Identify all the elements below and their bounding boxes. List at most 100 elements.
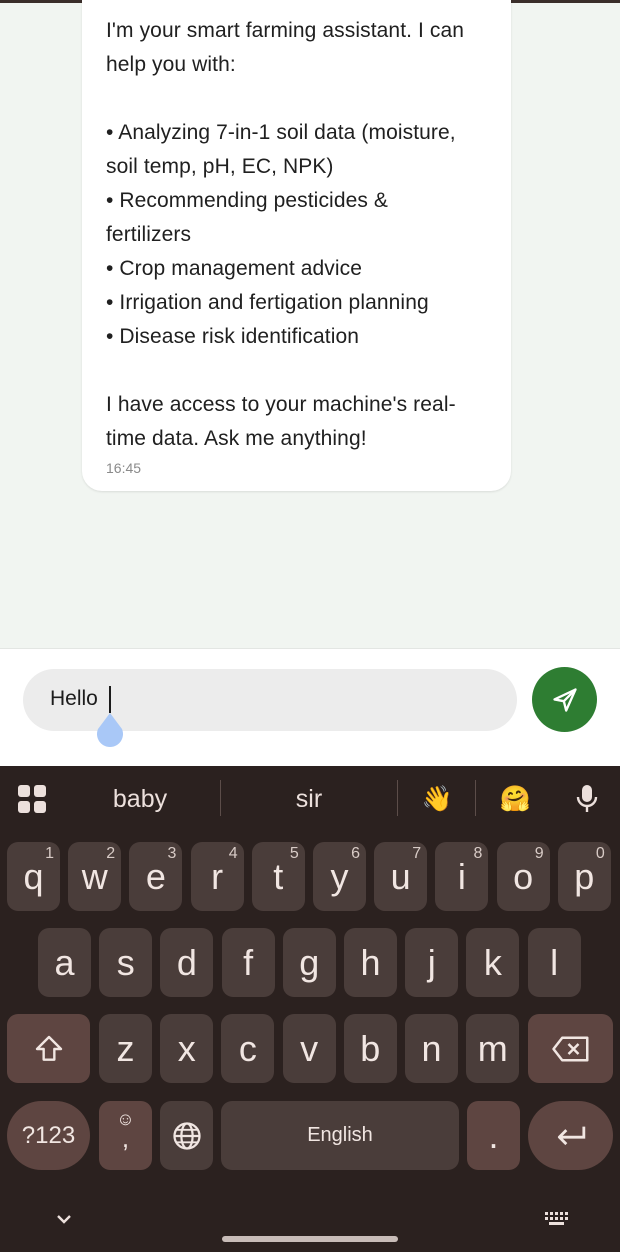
suggestion-emoji-hug[interactable]: 🤗 [478, 766, 553, 832]
key-d[interactable]: d [160, 928, 214, 997]
globe-icon [172, 1121, 201, 1150]
key-label: p [574, 855, 595, 897]
enter-key[interactable] [528, 1101, 613, 1170]
key-label: u [390, 855, 411, 897]
message-line: I'm your smart farming assistant. I can [106, 19, 465, 42]
message-line: help you with: [106, 53, 236, 76]
key-a[interactable]: a [38, 928, 91, 997]
message-timestamp: 16:45 [106, 460, 142, 476]
key-l[interactable]: l [527, 928, 581, 997]
key-hint: 1 [45, 845, 54, 862]
key-y[interactable]: y6 [313, 842, 366, 911]
emoji-comma-key[interactable]: ☺ , [99, 1101, 152, 1170]
space-key[interactable]: English [221, 1101, 459, 1170]
key-v[interactable]: v [282, 1014, 336, 1083]
key-hint: 2 [106, 845, 116, 862]
suggestion-strip: baby sir 👋 🤗 [0, 766, 620, 832]
key-label: d [176, 941, 197, 983]
message-line: I have access to your machine's real- [106, 393, 456, 416]
key-p[interactable]: p0 [557, 842, 611, 911]
send-icon [552, 687, 577, 712]
key-r[interactable]: r4 [190, 842, 244, 911]
key-b[interactable]: b [343, 1014, 397, 1083]
period-key[interactable]: . [467, 1101, 520, 1170]
key-n[interactable]: n [405, 1014, 458, 1083]
key-o[interactable]: o9 [496, 842, 550, 911]
key-i[interactable]: i8 [435, 842, 489, 911]
key-hint: 8 [473, 845, 483, 862]
message-line: • Recommending pesticides & [106, 189, 389, 212]
key-z[interactable]: z [99, 1014, 152, 1083]
microphone-icon[interactable] [562, 766, 612, 832]
key-label: n [421, 1027, 442, 1069]
key-e[interactable]: e3 [129, 842, 183, 911]
key-hint: 3 [167, 845, 177, 862]
message-line: fertilizers [106, 223, 192, 246]
keyboard-switch-icon[interactable] [544, 1210, 570, 1228]
key-label: i [457, 855, 466, 897]
message-line [106, 354, 487, 388]
cursor-handle[interactable] [95, 713, 125, 747]
key-label: m [477, 1027, 508, 1069]
shift-key[interactable] [7, 1014, 90, 1083]
key-g[interactable]: g [282, 928, 336, 997]
key-f[interactable]: f [221, 928, 275, 997]
key-hint: 5 [289, 845, 299, 862]
shift-icon [35, 1035, 62, 1061]
key-label: s [116, 941, 135, 983]
message-line: • Analyzing 7-in-1 soil data (moisture, [106, 121, 456, 144]
comma-label: , [121, 1123, 130, 1153]
message-input-bar: Hello [0, 648, 620, 766]
key-hint: 0 [595, 845, 605, 862]
send-button[interactable] [532, 667, 597, 732]
key-label: c [238, 1027, 257, 1069]
key-label: w [81, 855, 108, 897]
key-label: t [273, 855, 284, 897]
home-gesture-bar[interactable] [222, 1236, 398, 1242]
suggestion-emoji-wave[interactable]: 👋 [400, 766, 475, 832]
suggestion-divider [475, 780, 476, 816]
key-q[interactable]: q1 [7, 842, 60, 911]
language-key[interactable] [160, 1101, 213, 1170]
key-u[interactable]: u7 [374, 842, 428, 911]
key-label: a [54, 941, 75, 983]
key-label: k [483, 941, 502, 983]
message-line: time data. Ask me anything! [106, 427, 367, 450]
key-m[interactable]: m [466, 1014, 520, 1083]
on-screen-keyboard: baby sir 👋 🤗 q1w2e3r4t5y6u7i8o9p0 asdfgh… [0, 766, 620, 1252]
suggestion-word-2[interactable]: sir [222, 766, 396, 832]
key-label: r [211, 855, 224, 897]
assistant-message-bubble: I'm your smart farming assistant. I can h… [82, 0, 511, 491]
enter-icon [557, 1126, 585, 1145]
hide-keyboard-icon[interactable] [54, 1212, 74, 1226]
key-j[interactable]: j [405, 928, 459, 997]
suggestion-word-1[interactable]: baby [60, 766, 220, 832]
key-h[interactable]: h [344, 928, 397, 997]
message-input[interactable]: Hello [23, 669, 517, 747]
key-label: g [299, 941, 320, 983]
key-hint: 6 [351, 845, 360, 862]
backspace-key[interactable] [528, 1014, 613, 1083]
key-c[interactable]: c [221, 1014, 275, 1083]
suggestion-divider [220, 780, 221, 816]
chat-area: I'm your smart farming assistant. I can h… [0, 0, 620, 648]
suggestion-divider [397, 780, 398, 816]
key-hint: 4 [228, 845, 238, 862]
key-w[interactable]: w2 [68, 842, 122, 911]
key-s[interactable]: s [99, 928, 153, 997]
message-line: • Disease risk identification [106, 325, 360, 348]
key-label: v [300, 1027, 319, 1069]
apps-grid-icon[interactable] [12, 766, 52, 832]
message-line: soil temp, pH, EC, NPK) [106, 155, 334, 178]
text-caret [109, 686, 111, 713]
key-k[interactable]: k [466, 928, 520, 997]
navigation-bar [0, 1202, 620, 1252]
key-label: x [177, 1027, 196, 1069]
key-x[interactable]: x [160, 1014, 214, 1083]
symbols-key[interactable]: ?123 [7, 1101, 90, 1170]
key-hint: 9 [534, 845, 544, 862]
key-label: e [145, 855, 166, 897]
key-label: l [550, 941, 559, 983]
key-t[interactable]: t5 [251, 842, 305, 911]
key-label: f [243, 941, 254, 983]
